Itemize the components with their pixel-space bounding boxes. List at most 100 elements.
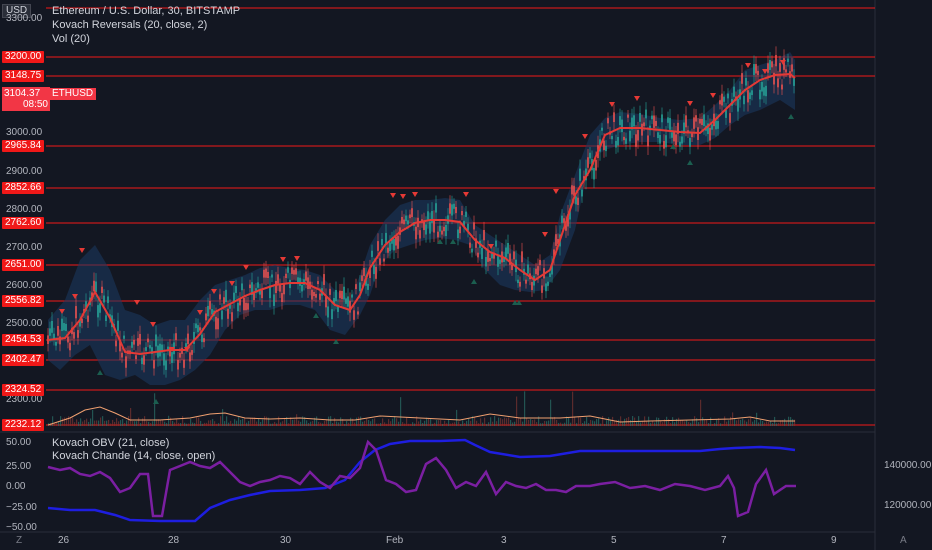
volume-bar [672,417,674,426]
volume-bar [360,416,362,426]
volume-bar [56,422,58,426]
candle-body [549,273,551,278]
volume-bar [270,423,272,426]
candle-body [611,136,613,140]
candle-body [143,355,145,365]
volume-bar [190,418,192,426]
candle-body [485,257,487,267]
candle-body [791,64,793,72]
volume-bar [216,423,218,426]
volume-bar [242,418,244,426]
volume-bar [632,416,634,426]
volume-bar [414,423,416,426]
candle-body [725,109,727,118]
volume-bar [278,416,280,426]
candle-body [357,311,359,315]
auto-scale-button[interactable]: A [900,535,907,546]
volume-bar [702,417,704,426]
volume-bar [526,417,528,426]
candle-body [667,117,669,123]
candle-body [175,333,177,340]
candle-body [755,64,757,74]
volume-bar [598,418,600,426]
candle-body [761,82,763,92]
candle-body [471,248,473,253]
candle-body [265,268,267,278]
candle-body [589,152,591,159]
candle-body [313,292,315,297]
indicator-kovach-obv[interactable]: Kovach OBV (21, close) [52,437,215,450]
time-tick: 28 [168,535,180,546]
volume-bar [680,419,682,426]
symbol-badge: ETHUSD [49,88,97,100]
candle-body [275,280,277,294]
indicator-volume[interactable]: Vol (20) [52,32,240,46]
candle-body [261,290,263,299]
indicator-kovach-chande[interactable]: Kovach Chande (14, close, open) [52,450,215,463]
volume-bar [126,420,128,426]
time-tick: Feb [386,535,404,546]
candle-body [563,218,565,223]
volume-bar [186,423,188,426]
candle-body [499,259,501,264]
candle-body [521,251,523,263]
candle-body [361,275,363,281]
reversal-down-marker [243,265,249,270]
candle-body [287,267,289,273]
volume-bar [592,420,594,426]
candle-body [511,264,513,271]
volume-bar [210,420,212,426]
volume-bar [646,421,648,426]
candle-body [495,240,497,247]
indicator-kovach-reversals[interactable]: Kovach Reversals (20, close, 2) [52,18,240,32]
candle-body [141,357,143,365]
candle-body [57,326,59,336]
candle-body [419,230,421,239]
candle-body [541,285,543,293]
volume-bar [604,423,606,426]
price-tick: 3300.00 [6,13,43,24]
candle-body [125,356,127,368]
volume-bar [698,422,700,426]
volume-bar [530,419,532,426]
oscillator-tick: 25.00 [6,461,32,472]
candle-body [75,306,77,319]
candle-body [317,281,319,285]
volume-bar [582,423,584,426]
volume-bar [326,419,328,426]
volume-bar [450,423,452,426]
volume-bar [362,421,364,426]
volume-bar [750,417,752,426]
candle-body [759,89,761,100]
volume-bar [498,417,500,426]
volume-bar [398,421,400,426]
volume-bar [590,419,592,426]
candle-body [711,124,713,130]
volume-bar [316,416,318,426]
volume-bar [262,419,264,426]
candle-body [709,127,711,141]
volume-bar [690,422,692,426]
candle-body [137,338,139,346]
chart-canvas[interactable] [0,0,932,550]
candle-body [615,140,617,148]
volume-bar [214,421,216,426]
candle-body [87,315,89,322]
price-tick: 2900.00 [6,166,43,177]
candle-body [373,265,375,275]
volume-bar [580,417,582,426]
price-tick: 2800.00 [6,204,43,215]
candle-body [117,320,119,331]
volume-bar [740,419,742,426]
volume-bar [328,416,330,426]
candle-body [335,289,337,301]
price-tick: 3000.00 [6,127,43,138]
volume-bar [74,422,76,426]
candle-body [459,226,461,234]
chart-area[interactable]: USD Ethereum / U.S. Dollar, 30, BITSTAMP… [0,0,932,550]
zoom-button[interactable]: Z [16,535,22,546]
symbol-title[interactable]: Ethereum / U.S. Dollar, 30, BITSTAMP [52,4,240,18]
volume-bar [128,416,130,426]
volume-bar [330,416,332,426]
volume-bar [496,421,498,426]
